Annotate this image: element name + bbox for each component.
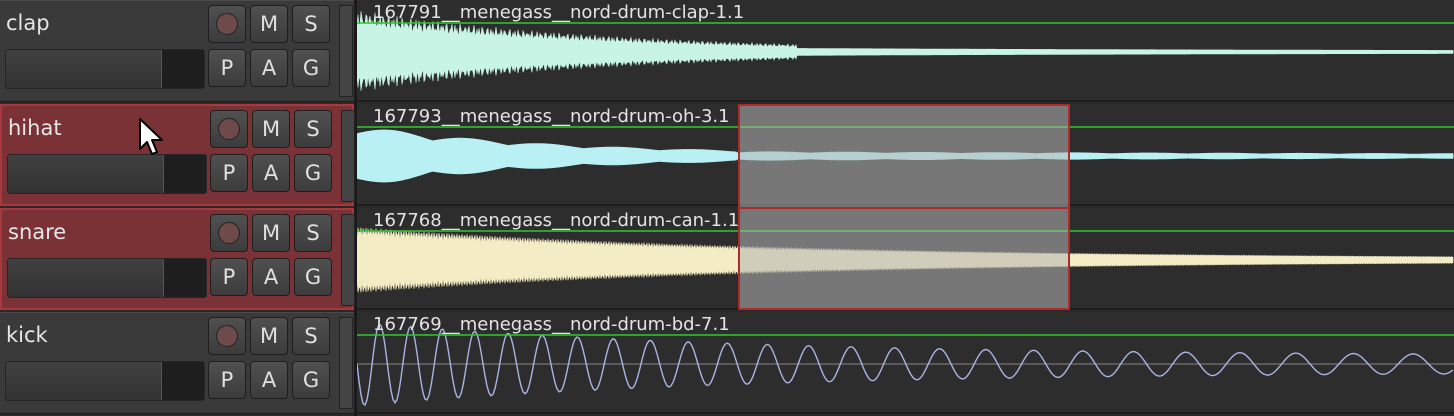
record-arm-button[interactable] [208, 317, 246, 355]
mute-button[interactable]: M [252, 110, 290, 148]
solo-button[interactable]: S [294, 110, 332, 148]
track-gain-fader[interactable] [7, 154, 207, 194]
track-header-clap[interactable]: clap M S P A G [0, 0, 354, 102]
mute-button[interactable]: M [252, 214, 290, 252]
playlist-button[interactable]: P [210, 258, 248, 296]
region-name: 167793__menegass__nord-drum-oh-3.1 [373, 106, 730, 127]
track-gain-fader[interactable] [5, 49, 205, 89]
track-lane-clap[interactable]: 167791__menegass__nord-drum-clap-1.1 [357, 0, 1454, 102]
automation-button[interactable]: A [250, 49, 288, 87]
solo-button[interactable]: S [292, 5, 330, 43]
solo-button[interactable]: S [294, 214, 332, 252]
solo-button[interactable]: S [292, 317, 330, 355]
mute-button[interactable]: M [250, 317, 288, 355]
track-name[interactable]: kick [6, 323, 48, 347]
track-name[interactable]: hihat [8, 116, 62, 140]
mute-button[interactable]: M [250, 5, 288, 43]
track-gain-fader[interactable] [7, 258, 207, 298]
record-icon [216, 13, 238, 35]
record-arm-button[interactable] [210, 110, 248, 148]
automation-button[interactable]: A [252, 258, 290, 296]
record-arm-button[interactable] [210, 214, 248, 252]
group-button[interactable]: G [292, 361, 330, 399]
track-name[interactable]: clap [6, 11, 50, 35]
playlist-button[interactable]: P [208, 49, 246, 87]
record-arm-button[interactable] [208, 5, 246, 43]
record-icon [216, 325, 238, 347]
region-name: 167769__menegass__nord-drum-bd-7.1 [373, 314, 730, 335]
track-level-meter [339, 317, 353, 409]
region-name: 167791__menegass__nord-drum-clap-1.1 [373, 2, 745, 23]
track-header-hihat[interactable]: hihat M S P A G [0, 104, 355, 206]
track-header-kick[interactable]: kick M S P A G [0, 312, 354, 414]
region-name: 167768__menegass__nord-drum-can-1.1 [373, 210, 740, 231]
playlist-button[interactable]: P [208, 361, 246, 399]
group-button[interactable]: G [292, 49, 330, 87]
mouse-pointer-icon [139, 118, 163, 155]
group-button[interactable]: G [294, 154, 332, 192]
track-level-meter [339, 5, 353, 97]
track-lane-kick[interactable]: 167769__menegass__nord-drum-bd-7.1 [357, 312, 1454, 414]
automation-button[interactable]: A [250, 361, 288, 399]
track-gain-fader[interactable] [5, 361, 205, 401]
record-icon [218, 222, 240, 244]
range-selection[interactable] [738, 104, 1070, 310]
track-level-meter [341, 214, 355, 306]
automation-button[interactable]: A [252, 154, 290, 192]
playlist-button[interactable]: P [210, 154, 248, 192]
record-icon [218, 118, 240, 140]
track-name[interactable]: snare [8, 220, 66, 244]
track-header-snare[interactable]: snare M S P A G [0, 208, 355, 310]
group-button[interactable]: G [294, 258, 332, 296]
track-level-meter [341, 110, 355, 202]
